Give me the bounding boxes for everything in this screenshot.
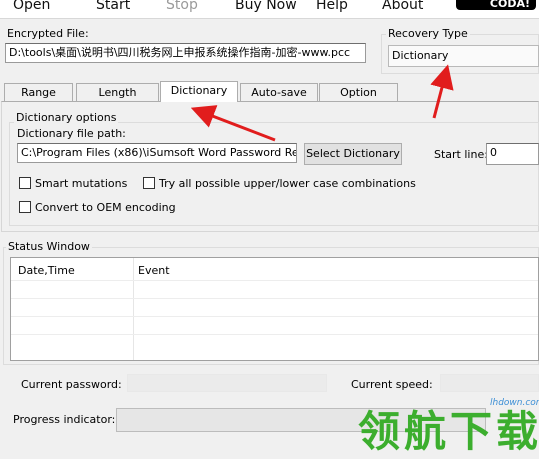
buy-now-button[interactable]: Buy Now bbox=[235, 0, 297, 13]
watermark-url: lhdown.com bbox=[490, 398, 539, 408]
recovery-type-select[interactable]: Dictionary bbox=[388, 45, 539, 67]
progress-label: Progress indicator: bbox=[13, 413, 116, 426]
try-case-checkbox[interactable] bbox=[143, 177, 155, 189]
tab-option[interactable]: Option bbox=[319, 83, 398, 101]
toolbar: Open Start Stop Buy Now Help About CODA! bbox=[0, 0, 539, 19]
recovery-type-label: Recovery Type bbox=[386, 27, 470, 40]
start-line-input[interactable]: 0 bbox=[486, 143, 539, 165]
convert-oem-checkbox[interactable] bbox=[19, 201, 31, 213]
encrypted-file-input[interactable]: D:\tools\桌面\说明书\四川税务网上申报系统操作指南-加密-www.pc… bbox=[5, 43, 366, 63]
dictionary-path-input[interactable]: C:\Program Files (x86)\iSumsoft Word Pas… bbox=[17, 143, 297, 163]
start-button[interactable]: Start bbox=[96, 0, 130, 13]
try-case-label: Try all possible upper/lower case combin… bbox=[159, 177, 416, 190]
status-window-label: Status Window bbox=[6, 240, 92, 253]
smart-mutations-label: Smart mutations bbox=[35, 177, 128, 190]
brand-logo: CODA! bbox=[456, 0, 536, 10]
smart-mutations-checkbox[interactable] bbox=[19, 177, 31, 189]
dictionary-path-label: Dictionary file path: bbox=[17, 127, 126, 140]
column-header-event[interactable]: Event bbox=[138, 264, 170, 277]
help-button[interactable]: Help bbox=[316, 0, 348, 13]
stop-button[interactable]: Stop bbox=[166, 0, 198, 13]
current-password-value bbox=[127, 374, 327, 392]
current-password-label: Current password: bbox=[21, 378, 122, 391]
current-speed-label: Current speed: bbox=[351, 378, 433, 391]
tab-length[interactable]: Length bbox=[76, 83, 159, 101]
tab-range[interactable]: Range bbox=[4, 83, 73, 101]
select-dictionary-button[interactable]: Select Dictionary bbox=[304, 143, 402, 165]
row-divider bbox=[11, 280, 538, 281]
open-button[interactable]: Open bbox=[13, 0, 50, 13]
convert-oem-label: Convert to OEM encoding bbox=[35, 201, 176, 214]
row-divider bbox=[11, 298, 538, 299]
start-line-label: Start line: bbox=[434, 148, 488, 161]
tab-auto-save[interactable]: Auto-save bbox=[240, 83, 318, 101]
current-speed-value bbox=[440, 374, 539, 392]
row-divider bbox=[11, 316, 538, 317]
tab-dictionary[interactable]: Dictionary bbox=[160, 81, 238, 102]
status-table[interactable]: Date,Time Event bbox=[10, 257, 539, 361]
encrypted-file-label: Encrypted File: bbox=[7, 27, 89, 40]
about-button[interactable]: About bbox=[382, 0, 423, 13]
row-divider bbox=[11, 334, 538, 335]
dictionary-options-label: Dictionary options bbox=[14, 111, 119, 124]
column-header-date-time[interactable]: Date,Time bbox=[18, 264, 75, 277]
column-separator bbox=[133, 258, 134, 360]
